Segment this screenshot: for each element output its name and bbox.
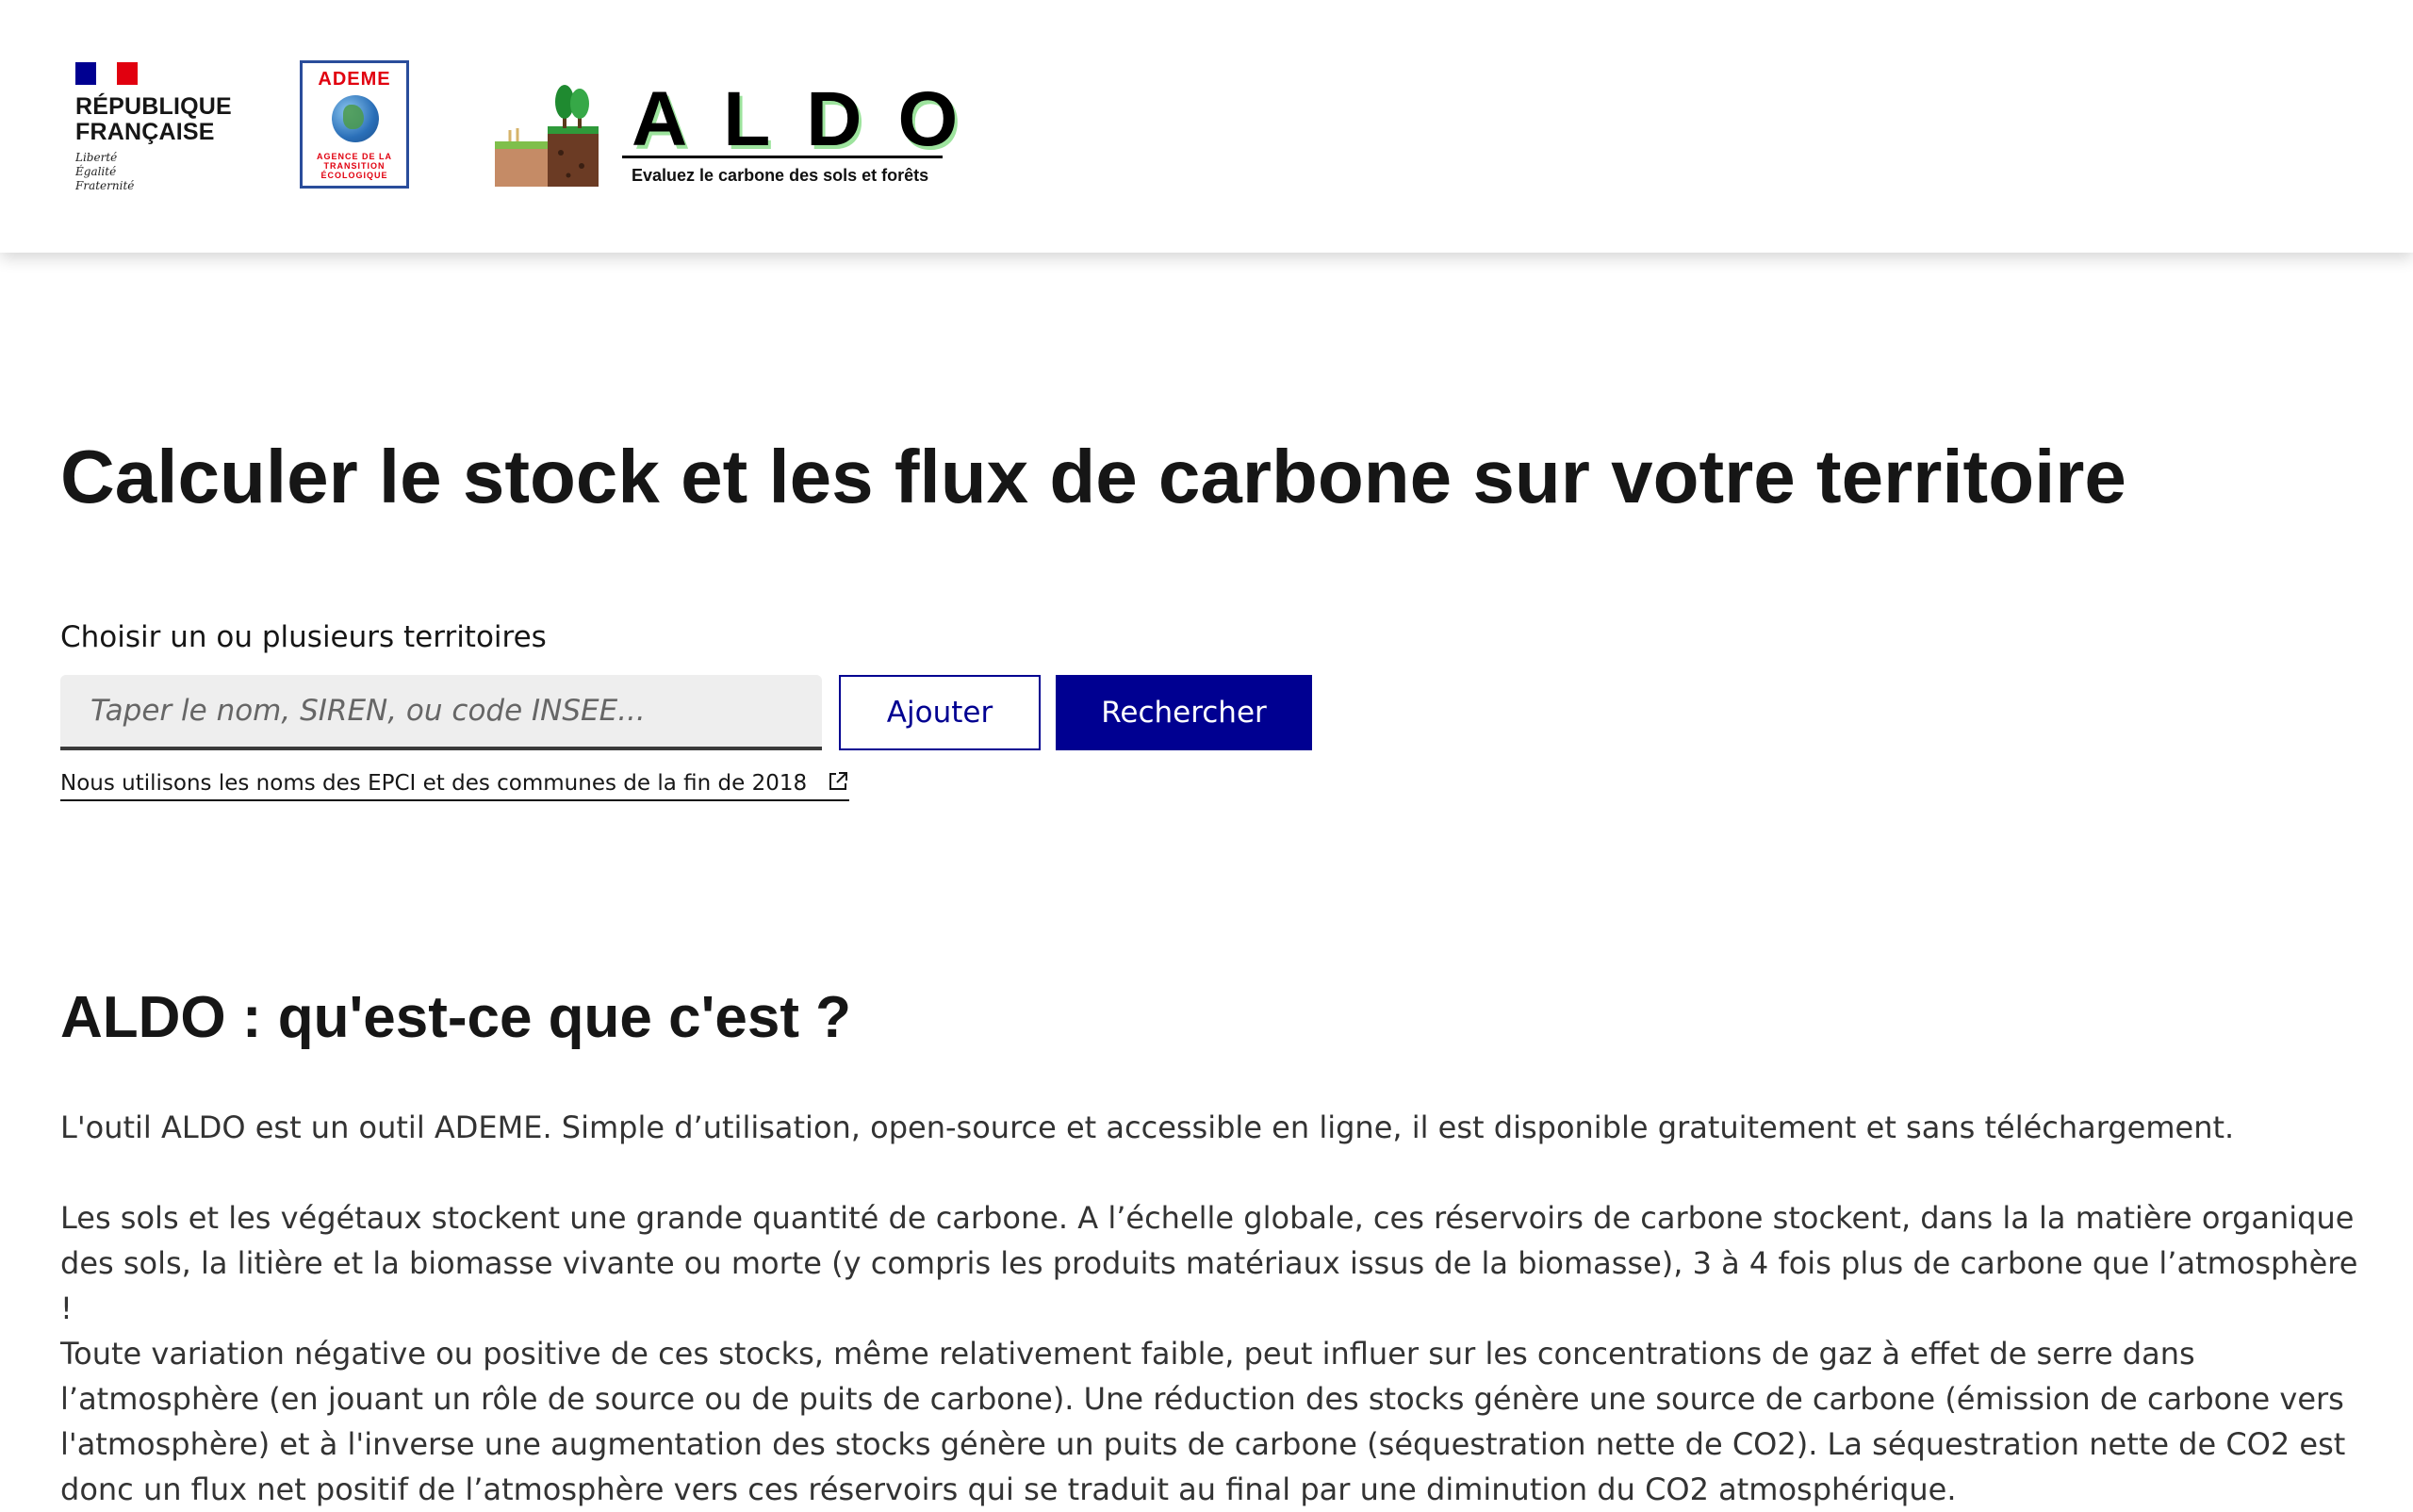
ademe-logo-subtitle: AGENCE DE LA TRANSITION ÉCOLOGIQUE — [316, 152, 392, 180]
french-flag-icon — [75, 62, 138, 85]
aldo-wordmark: ALDO — [632, 76, 994, 162]
external-link-icon — [829, 772, 848, 790]
territory-search-label: Choisir un ou plusieurs territoires — [60, 620, 547, 654]
republique-francaise-logo[interactable]: RÉPUBLIQUE FRANÇAISE Liberté Égalité Fra… — [75, 62, 236, 193]
site-header: RÉPUBLIQUE FRANÇAISE Liberté Égalité Fra… — [0, 0, 2413, 253]
motto-fraternite: Fraternité — [75, 179, 135, 192]
page-title: Calculer le stock et les flux de carbone… — [60, 435, 2126, 518]
globe-icon — [332, 95, 379, 142]
republique-motto: Liberté Égalité Fraternité — [75, 151, 236, 193]
epci-communes-note-link[interactable]: Nous utilisons les noms des EPCI et des … — [60, 769, 850, 801]
epci-communes-note-text: Nous utilisons les noms des EPCI et des … — [60, 771, 808, 796]
motto-egalite: Égalité — [75, 165, 117, 178]
about-paragraph-3: Toute variation négative ou positive de … — [60, 1336, 2346, 1507]
aldo-logo-divider — [622, 156, 943, 158]
about-section-title: ALDO : qu'est-ce que c'est ? — [60, 985, 852, 1050]
add-territory-button[interactable]: Ajouter — [839, 675, 1041, 750]
aldo-logo[interactable]: ALDO Evaluez le carbone des sols et forê… — [495, 81, 958, 194]
search-button[interactable]: Rechercher — [1056, 675, 1312, 750]
motto-liberte: Liberté — [75, 151, 118, 164]
republique-name: RÉPUBLIQUE FRANÇAISE — [75, 94, 236, 145]
aldo-tagline: Evaluez le carbone des sols et forêts — [632, 166, 929, 185]
ademe-logo-title: ADEME — [318, 69, 391, 90]
soil-forest-icon — [495, 85, 599, 187]
republique-name-line2: FRANÇAISE — [75, 119, 215, 145]
territory-search-input[interactable] — [60, 675, 822, 750]
about-paragraph-2: Les sols et les végétaux stockent une gr… — [60, 1200, 2358, 1326]
about-paragraph-1: L'outil ALDO est un outil ADEME. Simple … — [60, 1109, 2235, 1145]
republique-name-line1: RÉPUBLIQUE — [75, 93, 232, 120]
ademe-logo[interactable]: ADEME AGENCE DE LA TRANSITION ÉCOLOGIQUE — [300, 60, 409, 189]
